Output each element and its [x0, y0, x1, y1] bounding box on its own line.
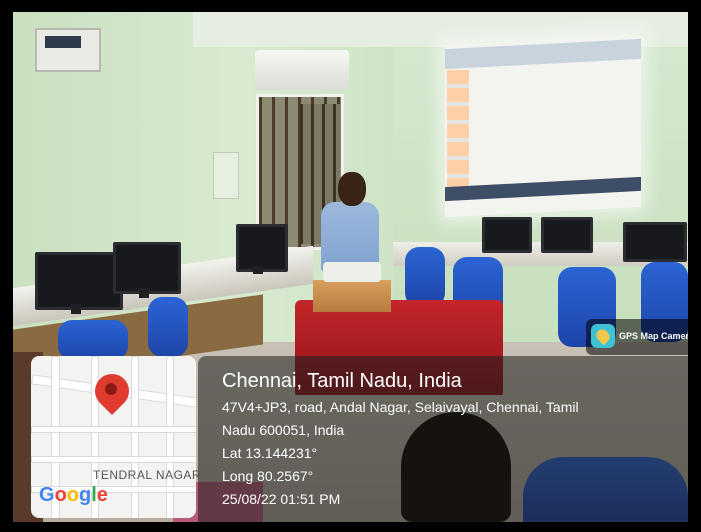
map-road	[31, 456, 196, 463]
person-head	[338, 172, 366, 206]
cardboard-box	[313, 280, 391, 312]
person-foreground-head	[401, 412, 511, 522]
google-logo-letter: o	[66, 484, 79, 506]
monitor-stand	[139, 288, 149, 298]
notice-board	[213, 152, 239, 199]
projector	[323, 262, 381, 282]
meter-display	[45, 36, 81, 48]
google-logo-letter: g	[79, 484, 92, 506]
photo-frame: GPS Map Camera TENDRAL NAGAR Google Chen…	[0, 0, 701, 532]
blue-chair	[405, 247, 445, 307]
google-logo-letter: G	[39, 484, 55, 506]
gps-camera-label: GPS Map Camera	[619, 331, 688, 341]
blue-chair	[58, 320, 128, 360]
monitor	[113, 242, 181, 294]
google-logo-letter: o	[54, 484, 67, 506]
monitor	[236, 224, 288, 272]
location-title: Chennai, Tamil Nadu, India	[222, 370, 462, 392]
google-logo: Google	[39, 484, 108, 507]
monitor	[482, 217, 532, 253]
datetime-text: 25/08/22 01:51 PM	[222, 491, 341, 507]
monitor-stand	[253, 266, 263, 274]
projected-slide-thumbnails	[447, 70, 469, 190]
monitor-stand	[71, 304, 81, 314]
map-area-label: TENDRAL NAGAR	[93, 468, 202, 482]
address-line-1: 47V4+JP3, road, Andal Nagar, Selaivayal,…	[222, 399, 579, 415]
map-road	[166, 356, 174, 518]
monitor	[35, 252, 123, 310]
map-road	[31, 426, 196, 433]
google-logo-letter: e	[96, 484, 108, 506]
map-road	[131, 356, 139, 518]
electric-meter	[35, 28, 101, 72]
map-pin-center	[105, 383, 117, 395]
address-line-2: Nadu 600051, India	[222, 422, 345, 438]
blue-chair	[148, 297, 188, 357]
monitor	[541, 217, 593, 253]
monitor	[623, 222, 687, 262]
air-conditioner	[255, 50, 349, 90]
classroom-photo: GPS Map Camera TENDRAL NAGAR Google Chen…	[13, 12, 688, 522]
longitude-text: Long 80.2567°	[222, 468, 314, 484]
latitude-text: Lat 13.144231°	[222, 445, 318, 461]
